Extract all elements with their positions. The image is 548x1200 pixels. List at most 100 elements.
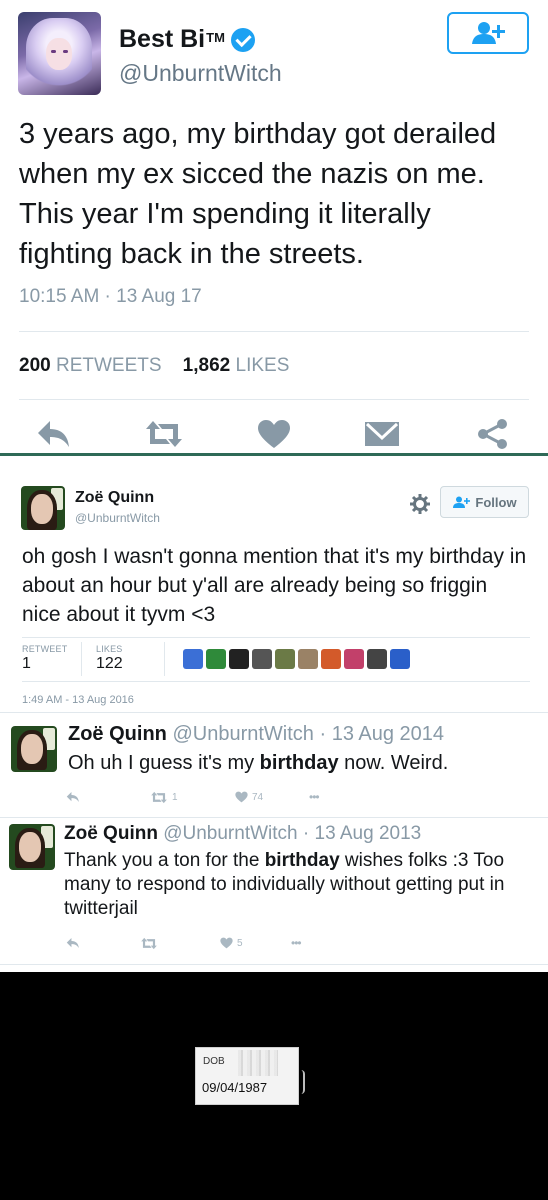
tweet-text: 3 years ago, my birthday got derailed wh… [19,118,497,270]
reply-button[interactable] [66,788,80,806]
tweet-timestamp[interactable]: 1:49 AM - 13 Aug 2016 [22,694,134,706]
envelope-icon [365,422,399,446]
display-name-text: Best Bi [119,25,206,53]
likes-stat-label: LIKES [96,644,123,654]
divider [22,637,530,638]
display-name[interactable]: Zoë Quinn [68,723,167,745]
likes-count[interactable]: 1,862 [183,355,231,376]
tweet-header: Zoë Quinn @UnburntWitch · 13 Aug 2014 [68,723,444,746]
liker-avatar[interactable] [390,649,410,669]
display-name[interactable]: Zoë Quinn [64,823,158,844]
tweet-text-part: Oh uh I guess it's my [68,752,260,774]
retweet-count: 1 [172,791,178,803]
liker-avatar[interactable] [252,649,272,669]
tweet-text: Thank you a ton for the birthday wishes … [64,849,542,921]
liker-avatar[interactable] [367,649,387,669]
document-photo: DOB 09/04/1987 [0,972,548,1200]
user-handle[interactable]: @UnburntWitch [119,60,282,87]
gear-icon[interactable] [409,493,431,515]
search-result-tweet[interactable]: Zoë Quinn @UnburntWitch · 13 Aug 2013 Th… [0,818,548,964]
engagement-stats: 200 RETWEETS 1,862 LIKES [19,355,289,377]
more-icon: ••• [309,790,320,804]
document-edge [301,1070,305,1094]
follow-button[interactable] [447,12,529,54]
tweet-date[interactable]: · 13 Aug 2013 [303,823,421,844]
liker-avatar[interactable] [344,649,364,669]
document-texture [238,1050,278,1076]
retweet-icon [151,791,167,803]
like-button[interactable]: 74 [235,788,263,806]
profile-avatar[interactable] [9,824,55,870]
heart-icon [235,791,248,803]
user-handle[interactable]: @UnburntWitch [163,823,297,844]
reply-icon [66,937,79,949]
like-button[interactable]: 5 [220,934,243,952]
heart-icon [220,937,233,949]
dob-value: 09/04/1987 [202,1080,268,1095]
tweet-actions: 1 74 ••• [0,788,548,806]
likes-stat-value[interactable]: 122 [96,655,123,673]
trademark-mark: TM [206,30,225,45]
retweet-button[interactable] [144,414,184,454]
liker-avatars [183,649,410,671]
direct-message-button[interactable] [362,414,402,454]
liker-avatar[interactable] [275,649,295,669]
retweet-button[interactable]: 1 [150,788,178,806]
liker-avatar[interactable] [183,649,203,669]
liker-avatar[interactable] [229,649,249,669]
search-result-tweet[interactable]: Zoë Quinn @UnburntWitch · 13 Aug 2014 Oh… [0,713,548,817]
reply-button[interactable] [34,414,74,454]
divider [19,399,529,400]
tweet-actions [0,414,548,454]
highlighted-term: birthday [264,850,340,871]
tweet-timestamp[interactable]: 10:15 AM · 13 Aug 17 [19,286,202,308]
tweet-actions: 5 ••• [0,934,548,952]
like-count: 74 [252,791,264,803]
stat-separator [81,642,82,676]
like-count: 5 [237,937,243,949]
user-handle[interactable]: @UnburntWitch [75,511,160,525]
heart-icon [258,420,290,448]
user-handle[interactable]: @UnburntWitch [172,723,313,745]
divider [0,964,548,965]
reply-button[interactable] [66,934,80,952]
display-name[interactable]: Zoë Quinn [75,489,154,507]
display-name[interactable]: Best Bi TM [119,25,255,54]
likes-label: LIKES [235,355,290,376]
retweet-stat-value[interactable]: 1 [22,655,31,673]
reply-icon [66,791,79,803]
more-options-button[interactable]: ••• [309,788,320,806]
divider [22,681,530,682]
dob-label: DOB [203,1056,225,1067]
tweet-text-part: now. Weird. [338,752,449,774]
second-tweet-card: Zoë Quinn @UnburntWitch Follow oh gosh I… [0,456,548,712]
retweet-button[interactable] [140,934,158,952]
retweets-count[interactable]: 200 [19,355,51,376]
reply-icon [38,421,69,447]
follow-label: Follow [475,494,517,510]
follow-button[interactable]: Follow [440,486,529,518]
liker-avatar[interactable] [206,649,226,669]
retweet-stat-label: RETWEET [22,644,68,654]
tweet-text: oh gosh I wasn't gonna mention that it's… [22,545,527,626]
like-button[interactable] [254,414,294,454]
share-button[interactable] [473,414,513,454]
add-user-icon [472,22,505,44]
stat-separator [164,642,165,676]
profile-avatar[interactable] [11,726,57,772]
retweet-icon [146,421,182,447]
tweet-header: Zoë Quinn @UnburntWitch · 13 Aug 2013 [64,823,421,845]
divider [19,331,529,332]
main-tweet-card: Best Bi TM @UnburntWitch 3 years ago, my … [0,0,548,456]
dob-document-scrap: DOB 09/04/1987 [195,1047,299,1105]
verified-badge-icon [230,27,255,52]
tweet-date[interactable]: · 13 Aug 2014 [319,723,444,745]
retweet-icon [141,937,157,949]
profile-avatar[interactable] [18,12,101,95]
liker-avatar[interactable] [298,649,318,669]
tweet-text: Oh uh I guess it's my birthday now. Weir… [68,751,538,775]
more-options-button[interactable]: ••• [291,934,302,952]
share-icon [478,419,507,449]
liker-avatar[interactable] [321,649,341,669]
profile-avatar[interactable] [21,486,65,530]
